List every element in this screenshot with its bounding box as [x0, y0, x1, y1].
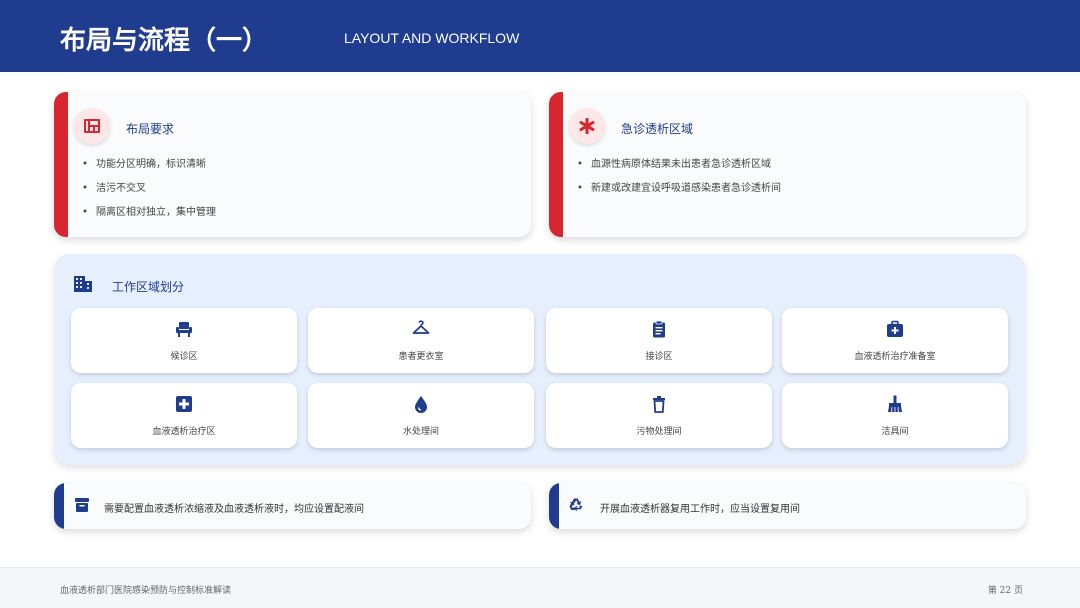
tile-reception-area: 接诊区: [546, 308, 772, 373]
chair-icon: [175, 320, 193, 338]
tile-label: 洁具间: [881, 427, 909, 437]
list-item: 洁污不交叉: [82, 182, 216, 206]
broom-icon: [886, 395, 904, 413]
tile-label: 污物处理间: [636, 427, 682, 437]
archive-icon: [74, 497, 90, 513]
medical-plus-icon: [175, 395, 193, 413]
medical-kit-icon: [886, 320, 904, 338]
tile-waste-room: 污物处理间: [546, 383, 772, 448]
layout-requirements-list: 功能分区明确，标识清晰 洁污不交叉 隔离区相对独立，集中管理: [82, 158, 216, 230]
layout-icon: [74, 108, 110, 144]
card-accent-bar: [54, 92, 68, 237]
note-reuse-room: 开展血液透析器复用工作时，应当设置复用间: [549, 483, 1026, 529]
layout-card-title: 布局要求: [126, 122, 175, 136]
note-accent-bar: [549, 483, 559, 529]
page-title: 布局与流程（一）: [60, 26, 269, 56]
tile-label: 水处理间: [402, 427, 439, 437]
asterisk-icon: [569, 108, 605, 144]
list-item: 功能分区明确，标识清晰: [82, 158, 216, 182]
page-subtitle: LAYOUT AND WORKFLOW: [344, 30, 520, 46]
page-number: 第 22 页: [987, 586, 1023, 596]
tile-label: 候诊区: [170, 352, 198, 362]
note-text: 需要配置血液透析浓缩液及血液透析液时，均应设置配液间: [104, 504, 364, 515]
tile-cleaning-tools-room: 洁具间: [782, 383, 1008, 448]
tile-treatment-prep-room: 血液透析治疗准备室: [782, 308, 1008, 373]
clipboard-icon: [650, 320, 668, 338]
trash-icon: [650, 395, 668, 413]
tile-label: 接诊区: [645, 352, 673, 362]
tile-label: 患者更衣室: [398, 352, 444, 362]
recycle-icon: [568, 497, 584, 513]
tile-label: 血液透析治疗准备室: [854, 352, 936, 362]
card-accent-bar: [549, 92, 563, 237]
tile-treatment-area: 血液透析治疗区: [71, 383, 297, 448]
note-accent-bar: [54, 483, 64, 529]
header-bar: 布局与流程（一） LAYOUT AND WORKFLOW: [0, 0, 1080, 72]
emergency-dialysis-list: 血源性病原体结果未出患者急诊透析区域 新建或改建宜设呼吸道感染患者急诊透析间: [577, 158, 781, 206]
note-text: 开展血液透析器复用工作时，应当设置复用间: [600, 504, 800, 515]
emergency-dialysis-card: 急诊透析区域 血源性病原体结果未出患者急诊透析区域 新建或改建宜设呼吸道感染患者…: [549, 92, 1026, 237]
building-icon: [74, 274, 92, 292]
hanger-icon: [412, 320, 430, 338]
list-item: 新建或改建宜设呼吸道感染患者急诊透析间: [577, 182, 781, 206]
tile-water-treatment-room: 水处理间: [308, 383, 534, 448]
note-dispensing-room: 需要配置血液透析浓缩液及血液透析液时，均应设置配液间: [54, 483, 531, 529]
tile-waiting-area: 候诊区: [71, 308, 297, 373]
footer-title: 血液透析部门医院感染预防与控制标准解读: [60, 586, 232, 596]
work-area-title: 工作区域划分: [112, 280, 185, 294]
footer-bar: 血液透析部门医院感染预防与控制标准解读 第 22 页: [0, 567, 1080, 608]
list-item: 隔离区相对独立，集中管理: [82, 206, 216, 230]
emergency-card-title: 急诊透析区域: [621, 122, 694, 136]
tile-changing-room: 患者更衣室: [308, 308, 534, 373]
layout-requirements-card: 布局要求 功能分区明确，标识清晰 洁污不交叉 隔离区相对独立，集中管理: [54, 92, 531, 237]
water-drop-icon: [412, 395, 430, 413]
list-item: 血源性病原体结果未出患者急诊透析区域: [577, 158, 781, 182]
tile-label: 血液透析治疗区: [152, 427, 216, 437]
